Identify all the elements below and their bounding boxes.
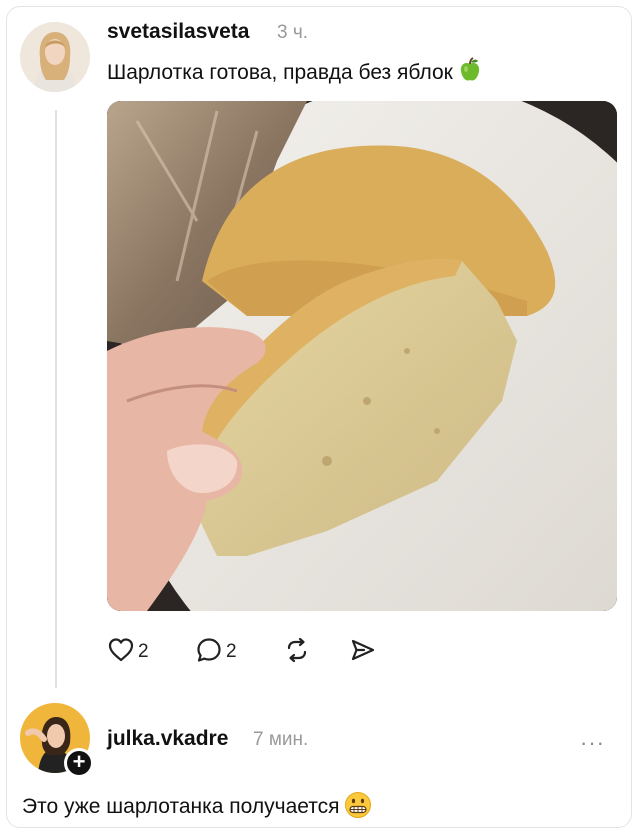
grimacing-face-icon [344, 791, 372, 825]
reply-text: Это уже шарлотанка получается [22, 791, 372, 825]
post-text: Шарлотка готова, правда без яблок [107, 57, 483, 89]
like-count: 2 [138, 641, 149, 662]
green-apple-icon [457, 57, 483, 89]
reply-text-label: Это уже шарлотанка получается [22, 795, 340, 818]
reply-time: 7 мин. [253, 729, 309, 750]
repost-button[interactable] [283, 636, 311, 668]
comment-button[interactable]: 2 [195, 636, 237, 668]
reply-username[interactable]: julka.vkadre [107, 727, 228, 751]
share-icon [349, 636, 377, 669]
like-button[interactable]: 2 [107, 636, 149, 668]
comment-icon [195, 636, 223, 669]
post-username[interactable]: svetasilasveta [107, 20, 249, 44]
comment-count: 2 [226, 641, 237, 662]
post-author-avatar[interactable] [20, 22, 90, 92]
post-text-label: Шарлотка готова, правда без яблок [107, 61, 453, 84]
post-photo[interactable] [107, 101, 617, 611]
more-icon[interactable]: ··· [580, 730, 605, 756]
post-time: 3 ч. [277, 22, 309, 43]
share-button[interactable] [349, 636, 377, 668]
thread-line [55, 110, 57, 688]
follow-plus-icon[interactable]: + [64, 748, 94, 778]
heart-icon [107, 636, 135, 669]
repost-icon [283, 636, 311, 669]
